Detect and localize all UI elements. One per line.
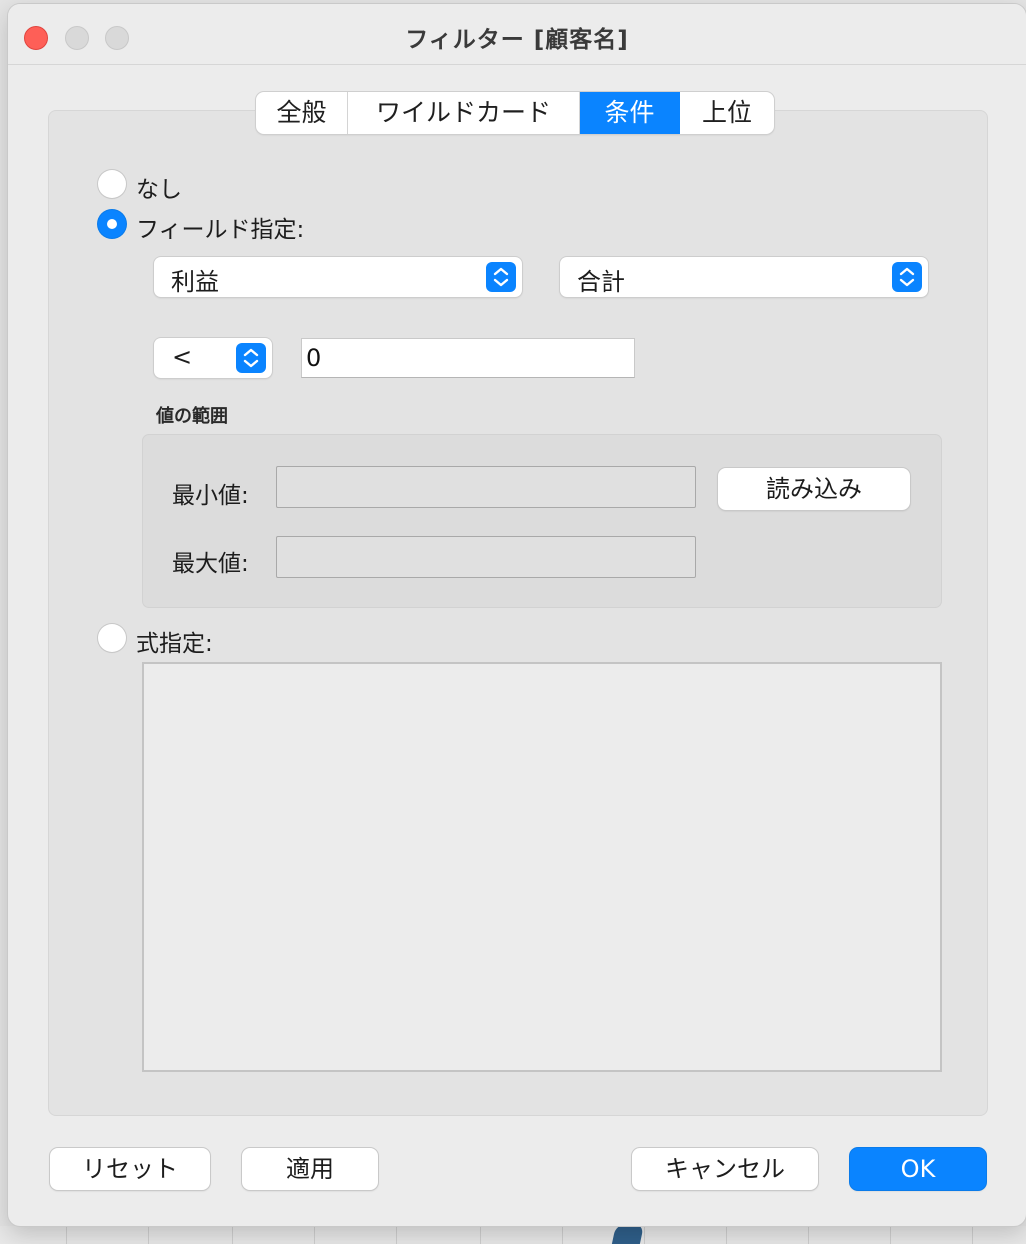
window-title: フィルター [顧客名] (405, 27, 629, 53)
operator-select[interactable]: < (154, 338, 272, 378)
by-field-radio[interactable] (98, 210, 126, 238)
tab-wildcard[interactable]: ワイルドカード (348, 92, 580, 134)
by-formula-radio[interactable] (98, 624, 126, 652)
tab-general[interactable]: 全般 (256, 92, 348, 134)
field-select-value: 利益 (171, 268, 219, 296)
tab-top[interactable]: 上位 (680, 92, 774, 134)
value-input-text: 0 (306, 344, 322, 372)
background-chart-mark (611, 1224, 645, 1244)
value-input[interactable]: 0 (301, 338, 635, 378)
cancel-button[interactable]: キャンセル (632, 1148, 818, 1190)
by-field-label: フィールド指定: (136, 217, 305, 243)
chevron-updown-icon (892, 262, 922, 292)
aggregation-select[interactable]: 合計 (560, 257, 928, 297)
value-range-group (142, 434, 942, 608)
none-label: なし (136, 177, 182, 203)
formula-textarea[interactable] (142, 662, 942, 1072)
reset-button[interactable]: リセット (50, 1148, 210, 1190)
load-button[interactable]: 読み込み (718, 468, 910, 510)
ok-button[interactable]: OK (850, 1148, 986, 1190)
operator-select-value: < (172, 343, 193, 371)
apply-button[interactable]: 適用 (242, 1148, 378, 1190)
tab-condition[interactable]: 条件 (580, 92, 680, 134)
filter-dialog: フィルター [顧客名] 全般 ワイルドカード 条件 上位 なし フィールド指定:… (8, 4, 1026, 1226)
aggregation-select-value: 合計 (577, 268, 625, 296)
max-value-field[interactable] (276, 536, 696, 578)
title-bar: フィルター [顧客名] (8, 4, 1026, 65)
field-select[interactable]: 利益 (154, 257, 522, 297)
tab-bar: 全般 ワイルドカード 条件 上位 (256, 92, 774, 134)
range-heading: 値の範囲 (156, 406, 228, 427)
by-formula-label: 式指定: (136, 631, 213, 657)
min-value-label: 最小値: (172, 483, 249, 509)
none-radio[interactable] (98, 170, 126, 198)
chevron-updown-icon (486, 262, 516, 292)
chevron-updown-icon (236, 343, 266, 373)
background-app-strip (0, 1226, 1026, 1244)
min-value-field[interactable] (276, 466, 696, 508)
max-value-label: 最大値: (172, 551, 249, 577)
